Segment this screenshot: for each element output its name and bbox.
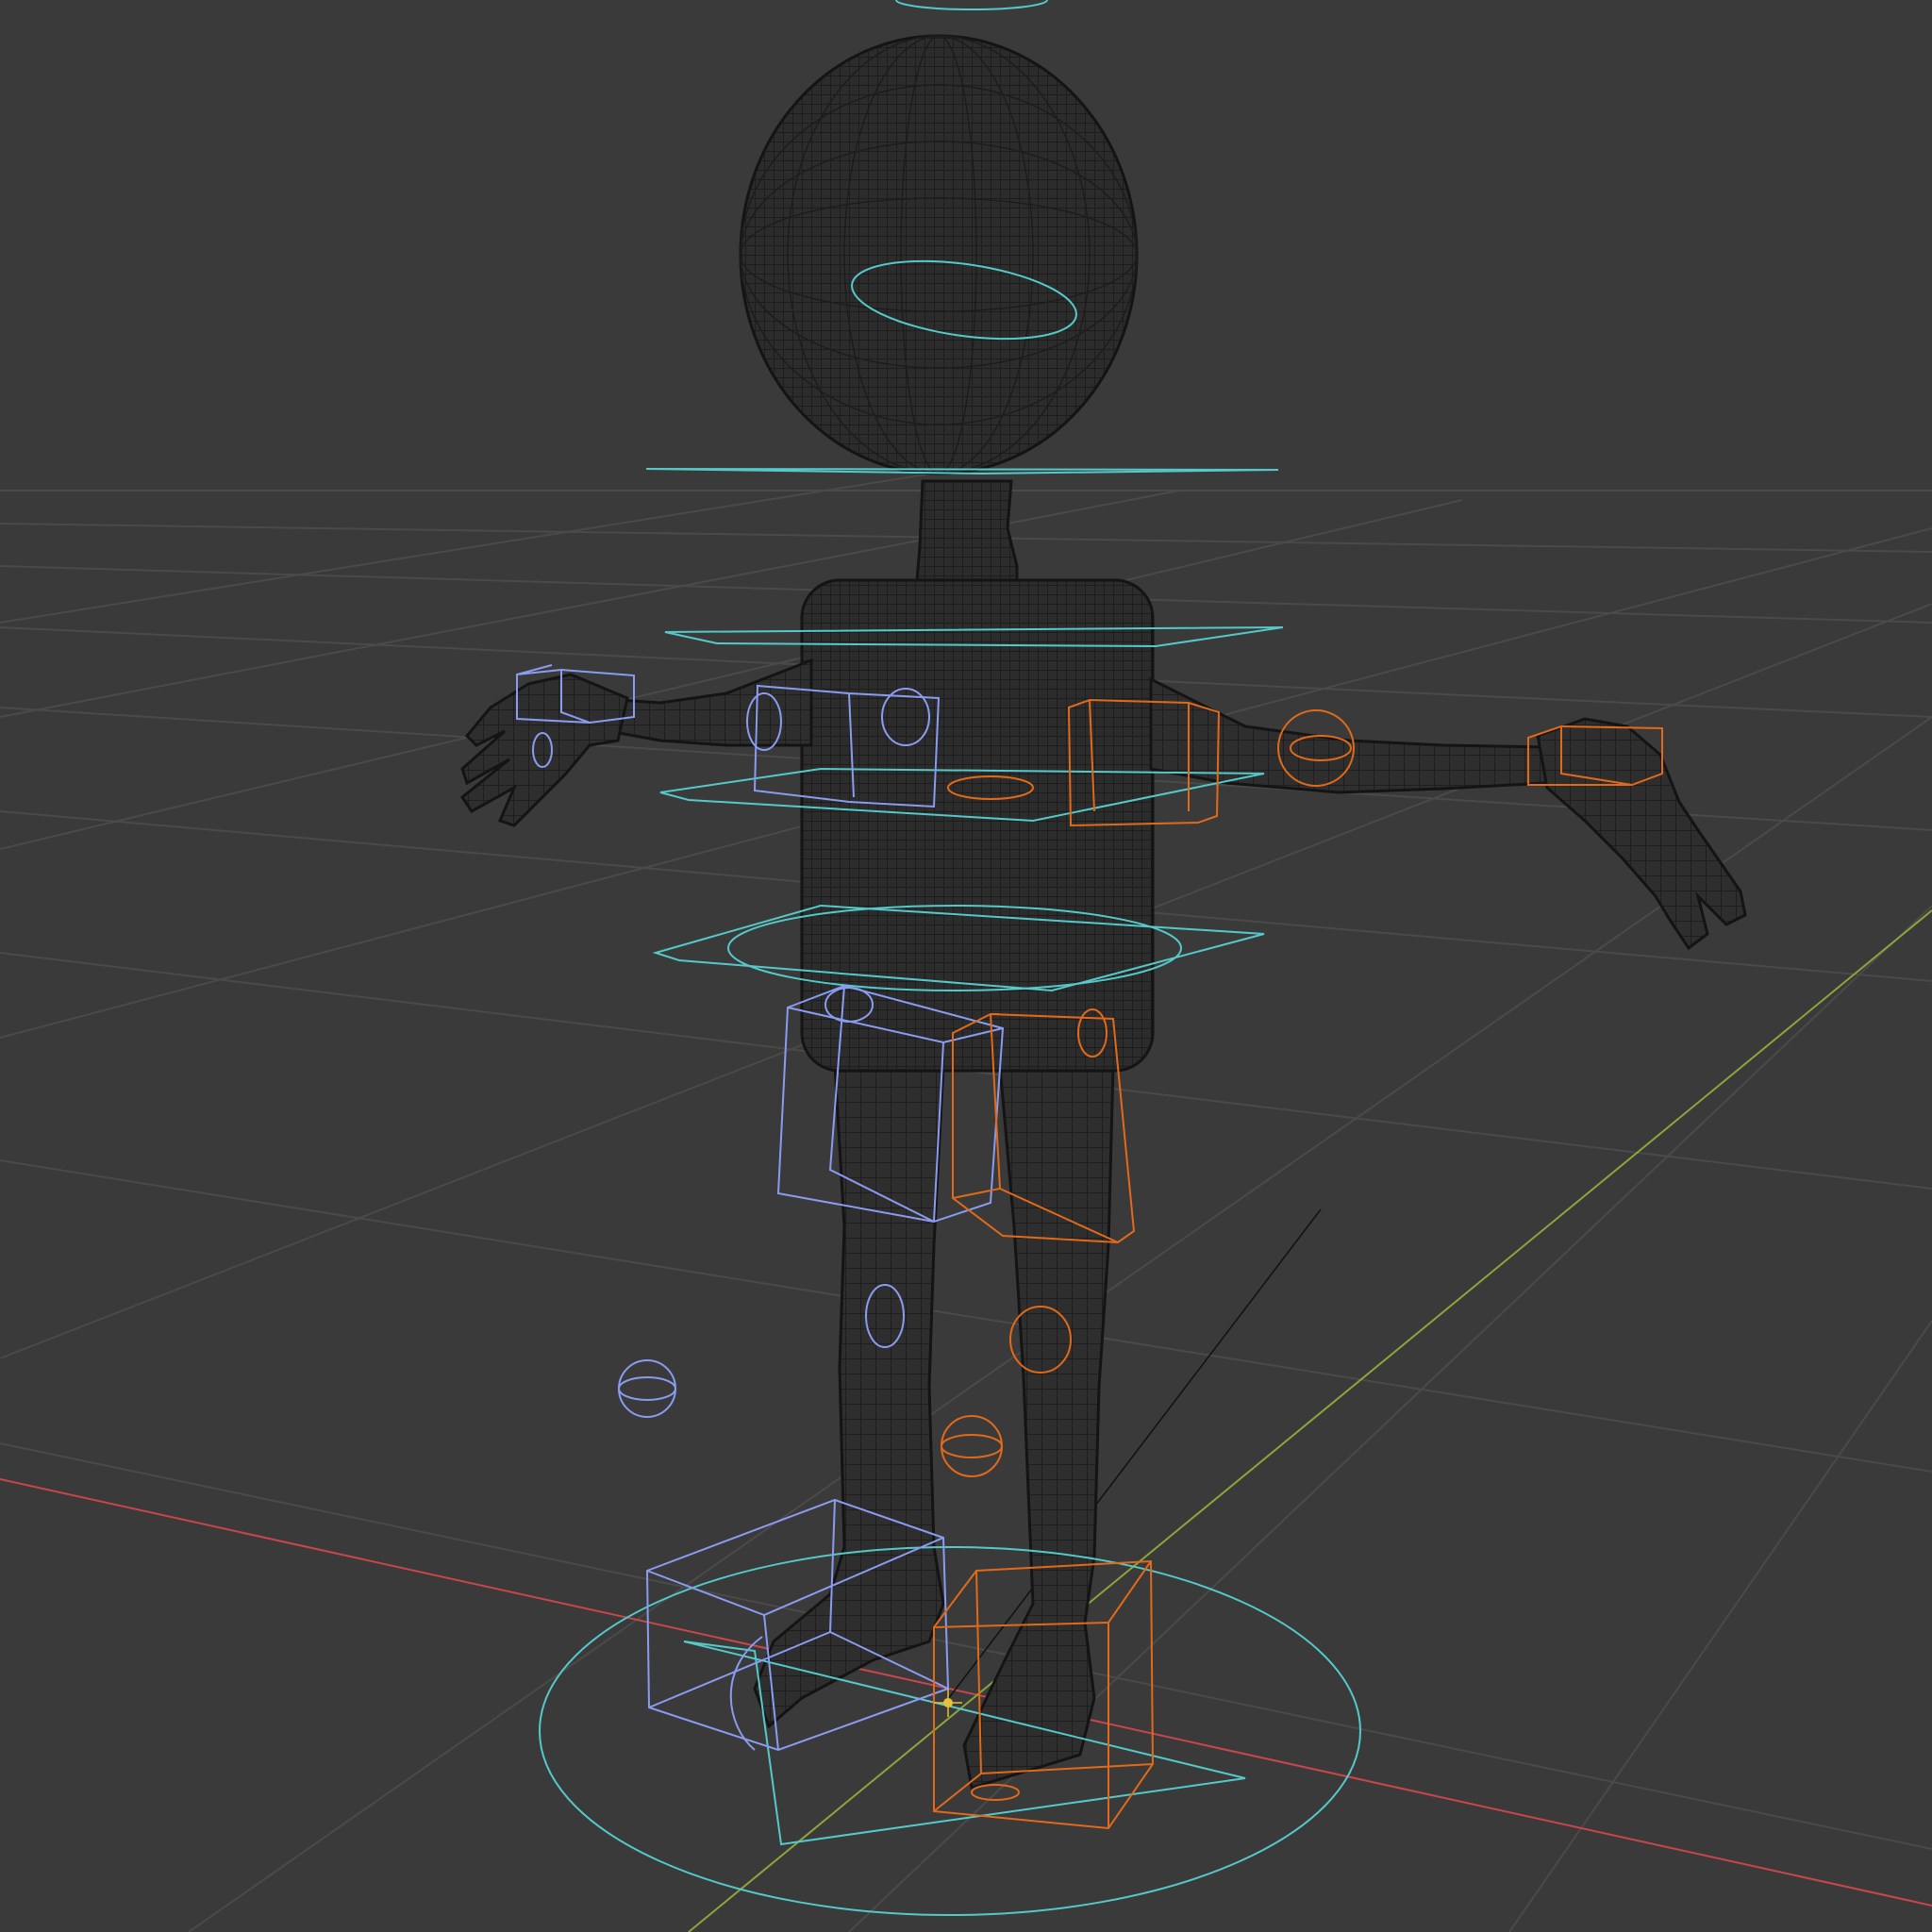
character-mesh[interactable] (459, 34, 1747, 1790)
right-knee-pole-control[interactable] (941, 1415, 1003, 1477)
left-knee-pole-ring (618, 1376, 676, 1401)
relationship-line (944, 1208, 1322, 1704)
left-hand-mesh (459, 673, 629, 827)
head-top-control[interactable] (895, 0, 1048, 10)
left-arm-mesh (607, 658, 813, 747)
x-axis-line (0, 1478, 1932, 1907)
left-knee-pole-control[interactable] (618, 1359, 676, 1418)
3d-viewport[interactable] (0, 0, 1932, 1932)
right-knee-pole-ring (941, 1434, 1003, 1458)
head-mesh (739, 34, 1139, 475)
right-leg-mesh (962, 1064, 1115, 1790)
neck-mesh (915, 479, 1019, 582)
left-leg-mesh (753, 1064, 945, 1729)
right-hand-mesh (1536, 717, 1747, 951)
